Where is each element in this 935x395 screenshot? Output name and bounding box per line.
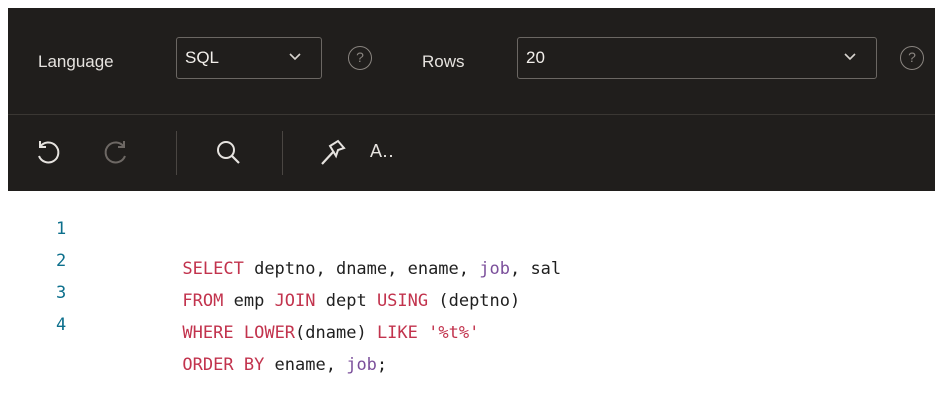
line-code: ORDER BY ename, job; [121, 335, 387, 395]
undo-icon[interactable] [32, 137, 64, 169]
code-token: ORDER BY [182, 355, 265, 375]
settings-row: Language SQL ? Rows 20 ? [8, 8, 935, 114]
language-select[interactable]: SQL [176, 37, 322, 79]
line-number: 3 [56, 283, 67, 303]
code-token: '%t%' [428, 323, 480, 343]
code-line: 1 SELECT deptno, dname, ename, job, sal [0, 199, 561, 279]
code-token: ; [376, 355, 388, 375]
code-line: 3 WHERE LOWER(dname) LIKE '%t%' [0, 263, 479, 343]
format-text-icon[interactable]: A‥ [370, 141, 394, 162]
editor-toolbar: Language SQL ? Rows 20 ? A‥ [8, 8, 935, 191]
line-number: 2 [56, 251, 67, 271]
code-line: 2 FROM emp JOIN dept USING (deptno) [0, 231, 520, 311]
toolbar-separator [282, 131, 283, 175]
code-editor[interactable]: 1 SELECT deptno, dname, ename, job, sal … [0, 191, 935, 375]
chevron-down-icon [289, 53, 301, 61]
redo-icon[interactable] [100, 137, 132, 169]
line-number: 4 [56, 315, 67, 335]
language-select-value: SQL [185, 48, 220, 67]
code-line: 4 ORDER BY ename, job; [0, 295, 387, 375]
rows-label: Rows [422, 52, 465, 71]
language-label: Language [38, 52, 114, 71]
language-help-icon[interactable]: ? [348, 46, 372, 70]
toolbar-separator [176, 131, 177, 175]
actions-row: A‥ [8, 115, 935, 191]
rows-select-value: 20 [526, 48, 545, 67]
hammer-icon[interactable] [316, 137, 348, 169]
search-icon[interactable] [212, 137, 244, 169]
rows-help-icon[interactable]: ? [900, 46, 924, 70]
code-token: job [346, 355, 377, 375]
code-token: ename, [264, 355, 347, 375]
rows-select[interactable]: 20 [517, 37, 877, 79]
chevron-down-icon [844, 53, 856, 61]
line-number: 1 [56, 219, 67, 239]
